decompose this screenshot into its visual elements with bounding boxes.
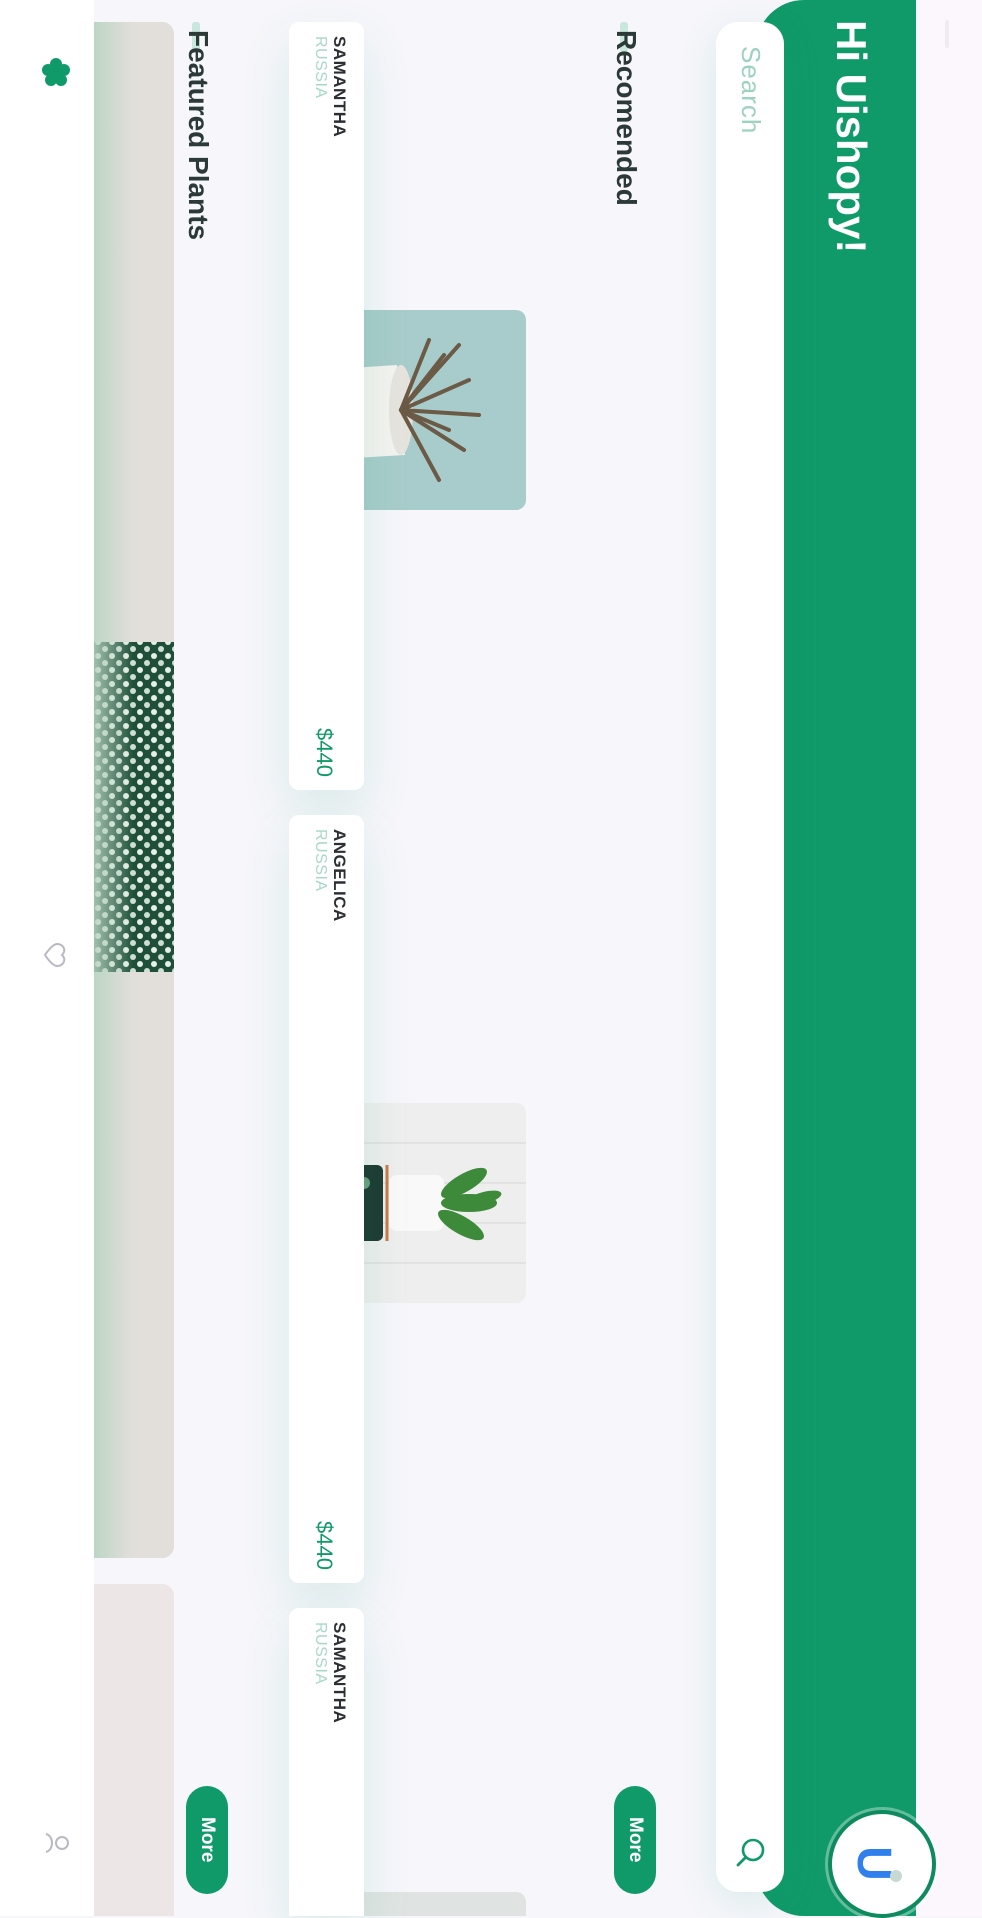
cactus-image [94, 22, 174, 1558]
search-input[interactable] [716, 22, 784, 1892]
product-info: SAMANTHA RUSSIA [289, 1608, 364, 1916]
featured-plant-card[interactable] [94, 1584, 174, 1916]
product-card[interactable]: SAMANTHA RUSSIA [289, 1608, 601, 1916]
status-bar-strip [915, 0, 982, 1916]
product-card[interactable]: ANGELICA RUSSIA $440 [289, 815, 601, 1583]
featured-title: Featured Plants [183, 30, 214, 241]
product-name: ANGELICA [330, 829, 349, 922]
more-label: More [625, 1817, 646, 1863]
heart-icon[interactable] [42, 940, 72, 970]
avatar[interactable]: U [828, 1810, 936, 1918]
plant-icon[interactable] [40, 56, 72, 88]
search-icon[interactable] [733, 1836, 767, 1870]
product-name: SAMANTHA [330, 1622, 349, 1724]
more-label: More [197, 1817, 218, 1863]
product-card[interactable]: SAMANTHA RUSSIA $440 [289, 22, 601, 790]
product-country: RUSSIA [312, 829, 329, 892]
product-info: SAMANTHA RUSSIA $440 [289, 22, 364, 790]
product-name: SAMANTHA [330, 36, 349, 138]
recommended-more-button[interactable]: More [614, 1786, 656, 1894]
product-country: RUSSIA [312, 1622, 329, 1685]
status-indicator [945, 20, 949, 48]
search-placeholder: Search [736, 46, 766, 135]
greeting-title: Hi Uishopy! [828, 20, 875, 254]
featured-plant-card[interactable] [94, 22, 174, 1558]
featured-more-button[interactable]: More [186, 1786, 228, 1894]
avatar-status-dot [890, 1870, 902, 1882]
user-icon[interactable] [42, 1828, 72, 1858]
product-price: $440 [312, 1521, 337, 1570]
product-country: RUSSIA [312, 36, 329, 99]
product-price: $440 [312, 728, 337, 777]
recommended-title: Recomended [611, 30, 642, 206]
product-info: ANGELICA RUSSIA $440 [289, 815, 364, 1583]
